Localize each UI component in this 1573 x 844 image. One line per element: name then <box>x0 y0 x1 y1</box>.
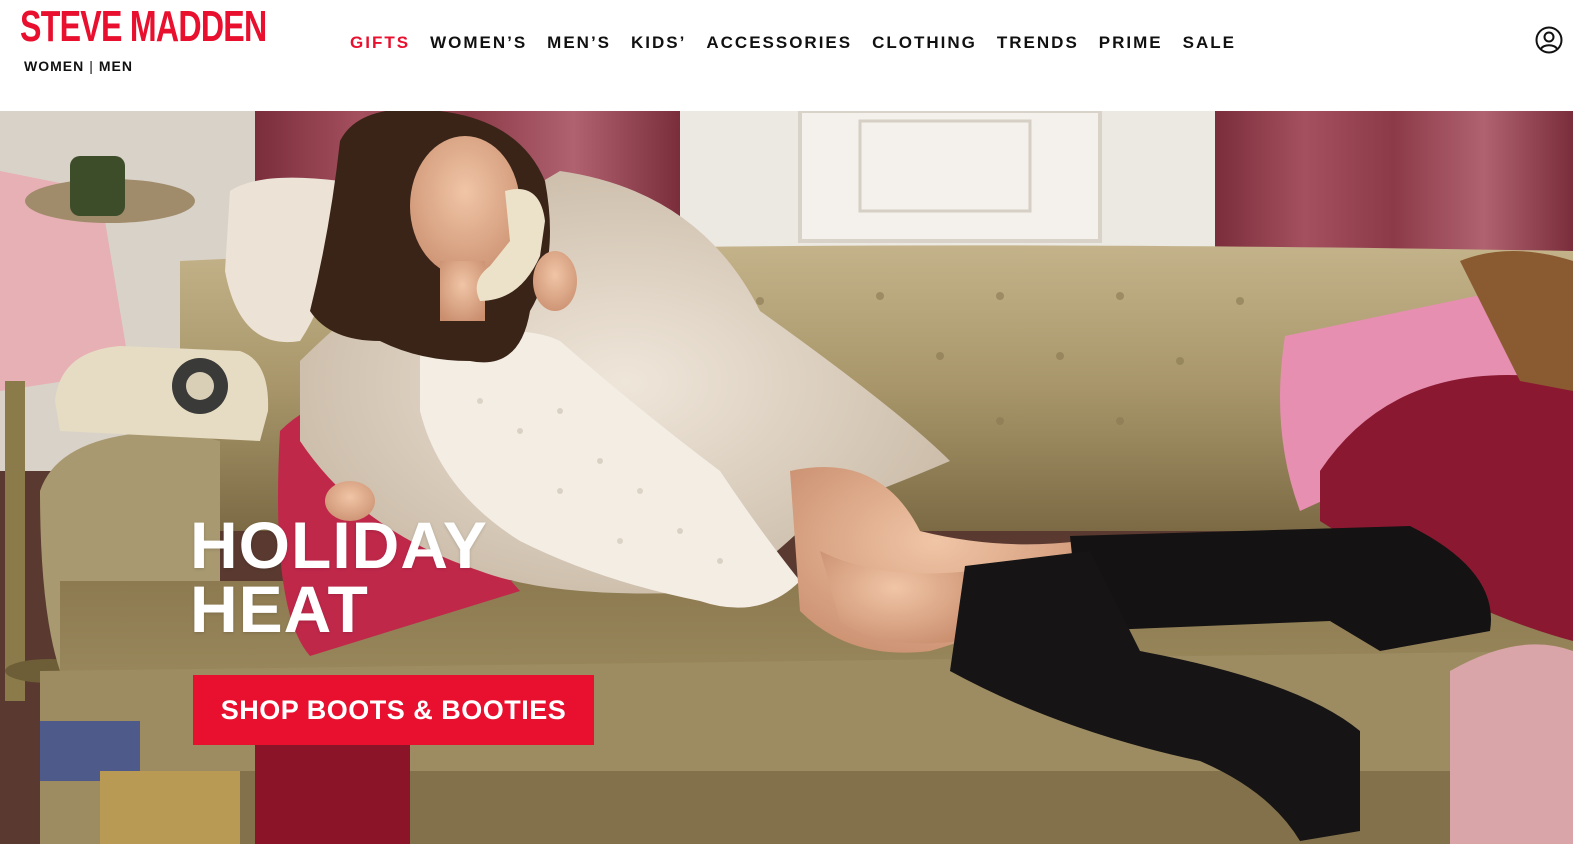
logo-text: STEVE MADDEN <box>20 2 267 51</box>
gender-separator: | <box>89 58 94 74</box>
nav-item-sale[interactable]: SALE <box>1183 33 1236 53</box>
nav-item-gifts[interactable]: GIFTS <box>350 33 410 53</box>
gender-switch: WOMEN | MEN <box>24 58 133 74</box>
nav-item-accessories[interactable]: ACCESSORIES <box>706 33 852 53</box>
nav-item-womens[interactable]: WOMEN’S <box>430 33 527 53</box>
site-header: STEVE MADDEN WOMEN | MEN GIFTS WOMEN’S MEN… <box>0 0 1573 111</box>
gender-link-men[interactable]: MEN <box>99 58 133 74</box>
gender-link-women[interactable]: WOMEN <box>24 58 84 74</box>
shop-boots-booties-button[interactable]: SHOP BOOTS & BOOTIES <box>193 675 594 745</box>
nav-item-mens[interactable]: MEN’S <box>547 33 611 53</box>
hero-banner[interactable]: HOLIDAY HEAT SHOP BOOTS & BOOTIES <box>0 111 1573 844</box>
steve-madden-logo[interactable]: STEVE MADDEN <box>20 2 267 51</box>
nav-item-kids[interactable]: KIDS’ <box>631 33 686 53</box>
main-nav: GIFTS WOMEN’S MEN’S KIDS’ ACCESSORIES CL… <box>350 32 1256 54</box>
nav-item-clothing[interactable]: CLOTHING <box>872 33 977 53</box>
hero-title-line-2: HEAT <box>190 572 369 646</box>
user-account-icon[interactable] <box>1535 26 1563 54</box>
hero-title-line-1: HOLIDAY <box>190 508 488 582</box>
hero-title: HOLIDAY HEAT <box>190 508 488 646</box>
nav-item-trends[interactable]: TRENDS <box>997 33 1079 53</box>
nav-item-prime[interactable]: PRIME <box>1099 33 1163 53</box>
